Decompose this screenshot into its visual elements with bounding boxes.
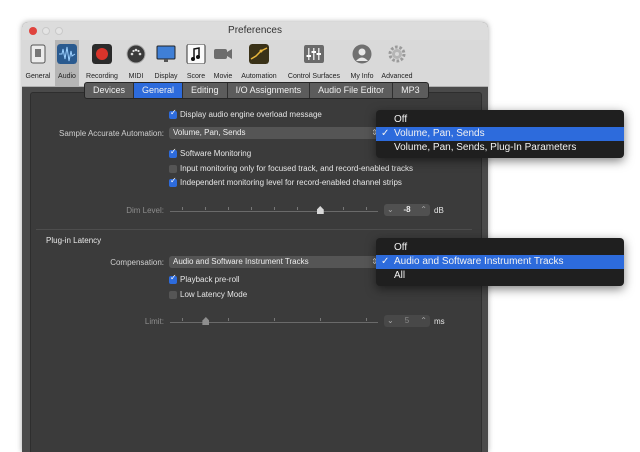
tab-devices[interactable]: Devices	[85, 83, 135, 98]
automation-icon	[249, 44, 269, 64]
independent-monitoring-checkbox[interactable]	[169, 176, 177, 187]
toolbar-control-surfaces[interactable]: Control Surfaces	[282, 40, 346, 86]
audio-tab-bar: Devices General Editing I/O Assignments …	[84, 82, 429, 99]
slider-tick	[366, 318, 367, 321]
slider-tick	[274, 318, 275, 321]
score-icon	[186, 44, 206, 64]
limit-stepper[interactable]: ⌄ 5 ⌃	[384, 315, 430, 327]
slider-tick	[182, 318, 183, 321]
limit-unit: ms	[434, 317, 445, 326]
compensation-value: Audio and Software Instrument Tracks	[173, 257, 309, 266]
playback-preroll-checkbox[interactable]	[169, 273, 177, 284]
tab-general[interactable]: General	[134, 83, 184, 98]
toolbar-score[interactable]: Score	[183, 40, 209, 86]
limit-label: Limit:	[144, 317, 164, 326]
gear-icon	[388, 45, 406, 63]
display-overload-checkbox[interactable]	[169, 108, 177, 119]
compensation-label: Compensation:	[110, 258, 164, 267]
slider-tick	[251, 207, 252, 210]
display-icon	[156, 45, 176, 62]
compensation-menu: Off ✓ Audio and Software Instrument Track…	[376, 238, 624, 286]
sample-accurate-automation-label: Sample Accurate Automation:	[59, 129, 164, 138]
preferences-toolbar: General Audio Recording MIDI Display Sco…	[22, 40, 488, 87]
plugin-latency-heading: Plug-in Latency	[46, 236, 102, 245]
low-latency-label: Low Latency Mode	[180, 290, 248, 299]
mixer-icon	[304, 45, 324, 63]
chevron-up-icon[interactable]: ⌃	[420, 204, 427, 216]
checkmark-icon: ✓	[381, 128, 390, 139]
slider-tick	[274, 207, 275, 210]
toolbar-general[interactable]: General	[22, 40, 54, 86]
midi-icon	[126, 44, 146, 64]
menu-item-off[interactable]: Off	[376, 113, 624, 127]
slider-tick	[366, 207, 367, 210]
dim-level-stepper[interactable]: ⌄ -8 ⌃	[384, 204, 430, 216]
input-monitoring-label: Input monitoring only for focused track,…	[180, 164, 414, 173]
low-latency-checkbox[interactable]	[169, 291, 177, 299]
toolbar-automation[interactable]: Automation	[237, 40, 281, 86]
menu-item-volume-pan-sends[interactable]: ✓ Volume, Pan, Sends	[376, 127, 624, 141]
dim-level-unit: dB	[434, 206, 444, 215]
menu-item-audio-and-software-instrument-tracks[interactable]: ✓ Audio and Software Instrument Tracks	[376, 255, 624, 269]
slider-tick	[297, 207, 298, 210]
record-icon	[92, 44, 112, 64]
slider-tick	[320, 318, 321, 321]
dim-level-label: Dim Level:	[126, 206, 164, 215]
tab-audio-file-editor[interactable]: Audio File Editor	[310, 83, 394, 98]
sample-accurate-automation-value: Volume, Pan, Sends	[173, 128, 246, 137]
toolbar-advanced[interactable]: Advanced	[378, 40, 416, 86]
menu-item-volume-pan-sends-plugin-parameters[interactable]: Volume, Pan, Sends, Plug-In Parameters	[376, 141, 624, 155]
checkmark-icon: ✓	[381, 256, 390, 267]
toolbar-recording[interactable]: Recording	[82, 40, 122, 86]
title-bar: Preferences	[22, 22, 488, 40]
playback-preroll-label: Playback pre-roll	[180, 275, 240, 284]
slider-tick	[205, 207, 206, 210]
sample-accurate-automation-menu: Off ✓ Volume, Pan, Sends Volume, Pan, Sen…	[376, 110, 624, 158]
software-monitoring-checkbox[interactable]	[169, 147, 177, 158]
sample-accurate-automation-select[interactable]: Volume, Pan, Sends ⇕	[169, 127, 381, 139]
slider-tick	[228, 207, 229, 210]
toolbar-display[interactable]: Display	[150, 40, 182, 86]
toolbar-movie[interactable]: Movie	[210, 40, 236, 86]
software-monitoring-label: Software Monitoring	[180, 149, 252, 158]
window-title: Preferences	[228, 25, 282, 36]
waveform-icon	[57, 44, 77, 64]
tab-editing[interactable]: Editing	[183, 83, 228, 98]
switch-icon	[30, 44, 46, 64]
user-icon	[352, 44, 372, 64]
toolbar-audio[interactable]: Audio	[55, 40, 79, 86]
toolbar-my-info[interactable]: My Info	[347, 40, 377, 86]
input-monitoring-checkbox[interactable]	[169, 165, 177, 173]
limit-slider[interactable]	[170, 322, 378, 323]
dim-level-slider[interactable]	[170, 211, 378, 212]
section-divider	[36, 229, 472, 230]
compensation-select[interactable]: Audio and Software Instrument Tracks ⇕	[169, 256, 381, 268]
chevron-up-icon[interactable]: ⌃	[420, 315, 427, 327]
display-overload-label: Display audio engine overload message	[180, 110, 322, 119]
independent-monitoring-label: Independent monitoring level for record-…	[180, 178, 402, 187]
menu-item-off[interactable]: Off	[376, 241, 624, 255]
tab-io-assignments[interactable]: I/O Assignments	[228, 83, 311, 98]
slider-tick	[182, 207, 183, 210]
slider-tick	[343, 207, 344, 210]
tab-mp3[interactable]: MP3	[393, 83, 428, 98]
camera-icon	[214, 49, 232, 59]
toolbar-midi[interactable]: MIDI	[123, 40, 149, 86]
menu-item-all[interactable]: All	[376, 269, 624, 283]
preferences-window: Preferences General Audio Recording MIDI…	[22, 22, 488, 452]
slider-tick	[228, 318, 229, 321]
